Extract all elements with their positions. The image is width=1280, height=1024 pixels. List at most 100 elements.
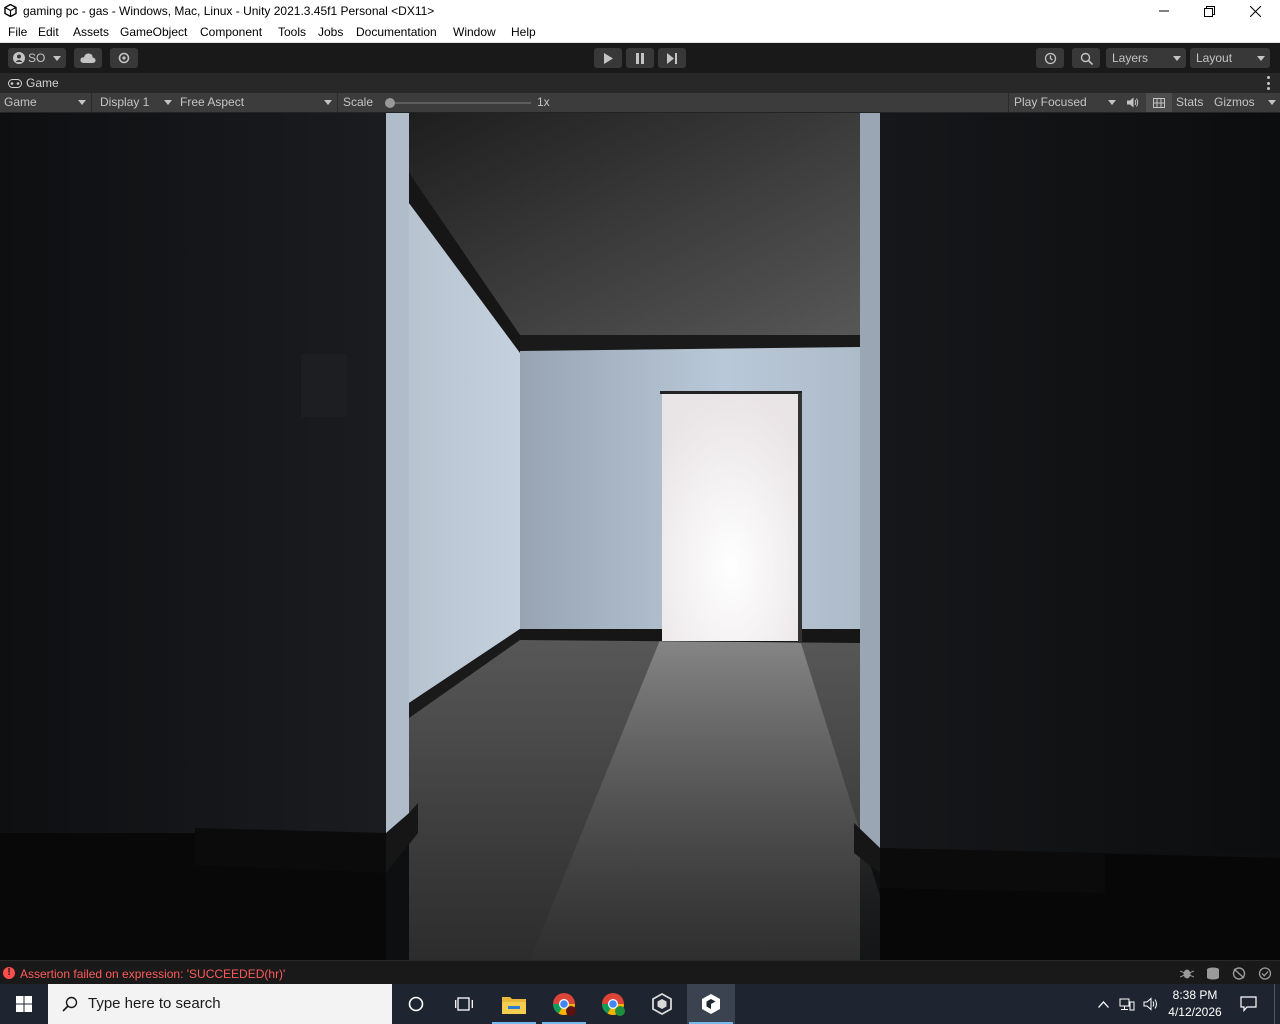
menu-bar: File Edit Assets GameObject Component To… <box>0 22 1280 43</box>
cloud-icon <box>80 53 96 63</box>
start-button[interactable] <box>0 984 48 1024</box>
grid-icon <box>1153 97 1165 108</box>
taskbar-clock[interactable]: 8:38 PM 4/12/2026 <box>1162 987 1228 1021</box>
divider <box>337 93 338 112</box>
minimize-button[interactable] <box>1141 0 1187 22</box>
search-button[interactable] <box>1072 48 1100 68</box>
step-button[interactable] <box>658 48 686 68</box>
scale-slider[interactable] <box>385 98 531 108</box>
menu-tools[interactable]: Tools <box>278 25 306 39</box>
task-view-button[interactable] <box>440 984 488 1024</box>
chevron-up-icon <box>1097 1000 1109 1008</box>
chevron-down-icon <box>1173 56 1181 61</box>
chrome-profile-app[interactable] <box>589 984 637 1024</box>
aspect-dropdown[interactable]: Free Aspect <box>176 93 336 112</box>
layout-dropdown[interactable]: Layout <box>1190 48 1270 68</box>
gizmo-grid-button[interactable] <box>1146 93 1172 112</box>
game-viewport[interactable] <box>0 113 1280 960</box>
menu-window[interactable]: Window <box>453 25 496 39</box>
menu-gameobject[interactable]: GameObject <box>120 25 187 39</box>
speaker-icon <box>1127 97 1139 108</box>
chevron-down-icon <box>78 100 86 105</box>
layers-label: Layers <box>1112 51 1149 65</box>
error-message[interactable]: Assertion failed on expression: 'SUCCEED… <box>20 967 285 981</box>
account-dropdown[interactable]: SO <box>8 48 66 68</box>
chevron-down-icon <box>1257 56 1265 61</box>
action-center-button[interactable] <box>1232 984 1264 1024</box>
menu-help[interactable]: Help <box>511 25 536 39</box>
minimize-icon <box>1159 10 1169 12</box>
mute-audio-button[interactable] <box>1122 93 1144 112</box>
menu-assets[interactable]: Assets <box>73 25 109 39</box>
view-type-dropdown[interactable]: Game <box>0 93 90 112</box>
undo-history-button[interactable] <box>1036 48 1064 68</box>
unity-hub-app[interactable] <box>638 984 686 1024</box>
file-explorer-app[interactable] <box>490 984 538 1024</box>
menu-jobs[interactable]: Jobs <box>318 25 343 39</box>
cache-server-icon[interactable] <box>1206 967 1220 980</box>
gizmos-label: Gizmos <box>1214 95 1255 109</box>
chevron-down-icon <box>1268 100 1276 105</box>
title-bar: gaming pc - gas - Windows, Mac, Linux - … <box>0 0 1280 22</box>
clock-date: 4/12/2026 <box>1168 1005 1222 1019</box>
game-tab-bar: Game <box>0 73 1280 93</box>
view-type-label: Game <box>4 95 37 109</box>
show-hidden-icons-button[interactable] <box>1092 984 1114 1024</box>
divider <box>91 93 92 112</box>
play-icon <box>604 52 613 64</box>
unity-logo-icon <box>4 4 17 17</box>
search-icon <box>62 996 78 1012</box>
scale-label: Scale <box>343 95 374 109</box>
debug-icon[interactable] <box>1180 967 1194 980</box>
taskbar-search-box[interactable]: Type here to search <box>48 984 392 1024</box>
main-toolbar: SO Layers Layout <box>0 43 1280 73</box>
chevron-down-icon <box>53 56 61 61</box>
tab-game-label: Game <box>26 76 59 90</box>
menu-edit[interactable]: Edit <box>38 25 59 39</box>
cortana-icon <box>408 996 424 1012</box>
chrome-profile-icon <box>602 993 625 1016</box>
chrome-app[interactable] <box>540 984 588 1024</box>
volume-icon <box>1143 997 1157 1011</box>
chevron-down-icon <box>324 100 332 105</box>
task-view-icon <box>455 997 473 1011</box>
aspect-label: Free Aspect <box>180 95 245 109</box>
play-button[interactable] <box>594 48 622 68</box>
unity-hub-icon <box>652 993 672 1015</box>
notification-icon <box>1239 996 1257 1012</box>
display-dropdown[interactable]: Display 1 <box>96 93 176 112</box>
pause-button[interactable] <box>626 48 654 68</box>
collab-button[interactable] <box>110 48 138 68</box>
stats-button[interactable]: Stats <box>1176 95 1203 109</box>
play-mode-label: Play Focused <box>1014 95 1087 109</box>
settings-icon <box>118 52 130 64</box>
menu-documentation[interactable]: Documentation <box>356 25 437 39</box>
unity-editor-app[interactable] <box>687 984 735 1024</box>
close-button[interactable] <box>1232 0 1278 22</box>
volume-button[interactable] <box>1140 984 1162 1024</box>
cortana-button[interactable] <box>392 984 440 1024</box>
error-icon: ! <box>3 967 15 979</box>
account-icon <box>13 52 25 64</box>
file-explorer-icon <box>502 997 526 1014</box>
menu-component[interactable]: Component <box>200 25 262 39</box>
display-label: Display 1 <box>100 95 150 109</box>
play-mode-dropdown[interactable]: Play Focused <box>1010 93 1120 112</box>
show-desktop-strip[interactable] <box>1274 984 1280 1024</box>
more-options-icon[interactable] <box>1266 76 1270 90</box>
gizmos-dropdown[interactable]: Gizmos <box>1210 93 1280 112</box>
windows-start-icon <box>16 996 32 1012</box>
scale-slider-thumb[interactable] <box>385 98 395 108</box>
network-button[interactable] <box>1116 984 1138 1024</box>
tab-game[interactable]: Game <box>0 73 67 93</box>
step-icon <box>666 52 677 64</box>
menu-file[interactable]: File <box>8 25 27 39</box>
layers-dropdown[interactable]: Layers <box>1106 48 1186 68</box>
cloud-button[interactable] <box>74 48 102 68</box>
search-icon <box>1080 52 1093 65</box>
auto-generate-lighting-icon[interactable] <box>1232 967 1246 980</box>
console-status-bar[interactable]: ! Assertion failed on expression: 'SUCCE… <box>0 960 1280 984</box>
restore-button[interactable] <box>1186 0 1232 22</box>
network-icon <box>1119 998 1135 1011</box>
progress-check-icon[interactable] <box>1258 967 1272 980</box>
